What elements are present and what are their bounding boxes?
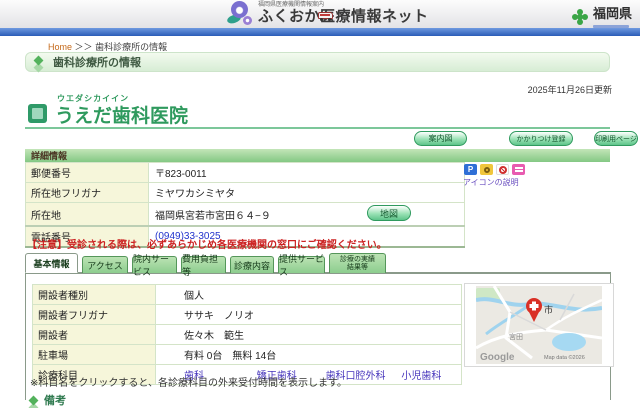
- next-section-title: 備考: [44, 392, 66, 408]
- table-row: 所在地フリガナ ミヤワカシミヤタ: [26, 183, 465, 203]
- google-logo: Google: [480, 352, 515, 363]
- tab-in-house-services[interactable]: 院内サービス: [132, 256, 177, 273]
- section-diamond-icon: [34, 56, 44, 66]
- row-label: 駐車場: [33, 345, 156, 365]
- tab-results-line2: 結果等: [347, 264, 368, 272]
- map-city-label: 市: [544, 304, 553, 315]
- tab-access[interactable]: アクセス: [82, 256, 128, 273]
- parking-value: 有料 0台 無料 14台: [156, 345, 462, 365]
- table-row: 開設者フリガナ ササキ ノリオ: [33, 305, 462, 325]
- site-brand: 福岡県医療機関情報案内 ふくおか医療情報ネット: [258, 2, 429, 24]
- header-blue-bar: [0, 28, 640, 36]
- pref-logo-text: 福岡県: [593, 6, 632, 21]
- parking-icon: P: [464, 164, 477, 175]
- tab-bar: 基本情報 アクセス 院内サービス 費用負担等 診療内容 提供サービス 診療の実績…: [25, 253, 386, 273]
- breadcrumb-current: 歯科診療所の情報: [95, 42, 167, 52]
- table-row: 開設者 佐々木 範生: [33, 325, 462, 345]
- basic-info-table: 開設者種別 個人 開設者フリガナ ササキ ノリオ 開設者 佐々木 範生 駐車場 …: [32, 284, 462, 385]
- dept-link-pediatric[interactable]: 小児歯科: [401, 371, 441, 382]
- next-section-cutoff: 備考: [30, 392, 66, 408]
- table-row: 開設者種別 個人: [33, 285, 462, 305]
- row-label: 所在地フリガナ: [26, 183, 149, 203]
- table-row: 郵便番号 〒823-0011: [26, 163, 465, 183]
- table-row: 所在地 福岡県宮若市宮田６４−９ 地図: [26, 203, 465, 227]
- row-label: 郵便番号: [26, 163, 149, 183]
- service-pink-icon: [512, 164, 525, 175]
- departments-footnote: ※科目名をクリックすると、各診療科目の外来受付時間を表示します。: [30, 374, 347, 389]
- map-button[interactable]: 地図: [367, 205, 411, 221]
- caution-notice: 【注意】受診される際は、必ずあらかじめ各医療機関の窓口にご確認ください。: [27, 236, 387, 251]
- tab-provided-services[interactable]: 提供サービス: [278, 256, 325, 273]
- map-image: 市 宮田 Google Map data ©2026: [476, 286, 602, 364]
- guide-map-button[interactable]: 案内図: [414, 131, 467, 146]
- row-label: 所在地: [26, 203, 149, 227]
- map-thumbnail[interactable]: 市 宮田 Google Map data ©2026: [464, 283, 614, 367]
- service-yellow-icon: [480, 164, 493, 175]
- row-label: 開設者フリガナ: [33, 305, 156, 325]
- fukuoka-pref-logo: 福岡県: [572, 5, 632, 28]
- address-kana-value: ミヤワカシミヤタ: [149, 183, 465, 203]
- section-diamond-icon: [29, 395, 39, 405]
- founder-kana-value: ササキ ノリオ: [156, 305, 462, 325]
- no-smoking-icon: [496, 164, 509, 175]
- facility-icons: P: [464, 164, 525, 175]
- print-page-button[interactable]: 印刷用ページ: [594, 131, 638, 146]
- clinic-square-icon: [28, 104, 47, 123]
- tab-results[interactable]: 診療の実績 結果等: [329, 253, 386, 273]
- postal-code-value: 〒823-0011: [149, 163, 465, 183]
- ambulance-icon: [318, 12, 333, 22]
- page-title: 歯科診療所の情報: [53, 54, 141, 70]
- details-section-header: 詳細情報: [25, 149, 610, 162]
- table-row: 駐車場 有料 0台 無料 14台: [33, 345, 462, 365]
- section-header: 歯科診療所の情報: [25, 52, 610, 72]
- map-attribution: Map data ©2026: [544, 354, 585, 361]
- row-label: 開設者種別: [33, 285, 156, 305]
- kakaritsuke-register-button[interactable]: かかりつけ登録: [509, 131, 573, 146]
- founder-name-value: 佐々木 範生: [156, 325, 462, 345]
- address-text: 福岡県宮若市宮田６４−９: [155, 211, 271, 222]
- tab-results-line1: 診療の実績: [340, 256, 375, 264]
- updated-date: 2025年11月26日更新: [528, 83, 612, 96]
- breadcrumb-home-link[interactable]: Home: [48, 42, 72, 52]
- title-underline: [25, 127, 610, 129]
- founder-type-value: 個人: [156, 285, 462, 305]
- site-title: ふくおか医療情報ネット: [258, 9, 429, 24]
- clinic-name: うえだ歯科医院: [55, 101, 188, 128]
- pref-flower-icon: [572, 9, 588, 25]
- address-value: 福岡県宮若市宮田６４−９ 地図: [149, 203, 465, 227]
- tab-costs[interactable]: 費用負担等: [181, 256, 226, 273]
- tab-basic-info[interactable]: 基本情報: [25, 253, 78, 273]
- site-logo-flower-icon: [227, 1, 255, 28]
- breadcrumb-separator: ＞＞: [75, 42, 93, 52]
- map-town-label: 宮田: [509, 332, 523, 341]
- tab-medical-content[interactable]: 診療内容: [230, 256, 274, 273]
- icons-explanation-link[interactable]: アイコンの説明: [463, 177, 519, 188]
- row-label: 開設者: [33, 325, 156, 345]
